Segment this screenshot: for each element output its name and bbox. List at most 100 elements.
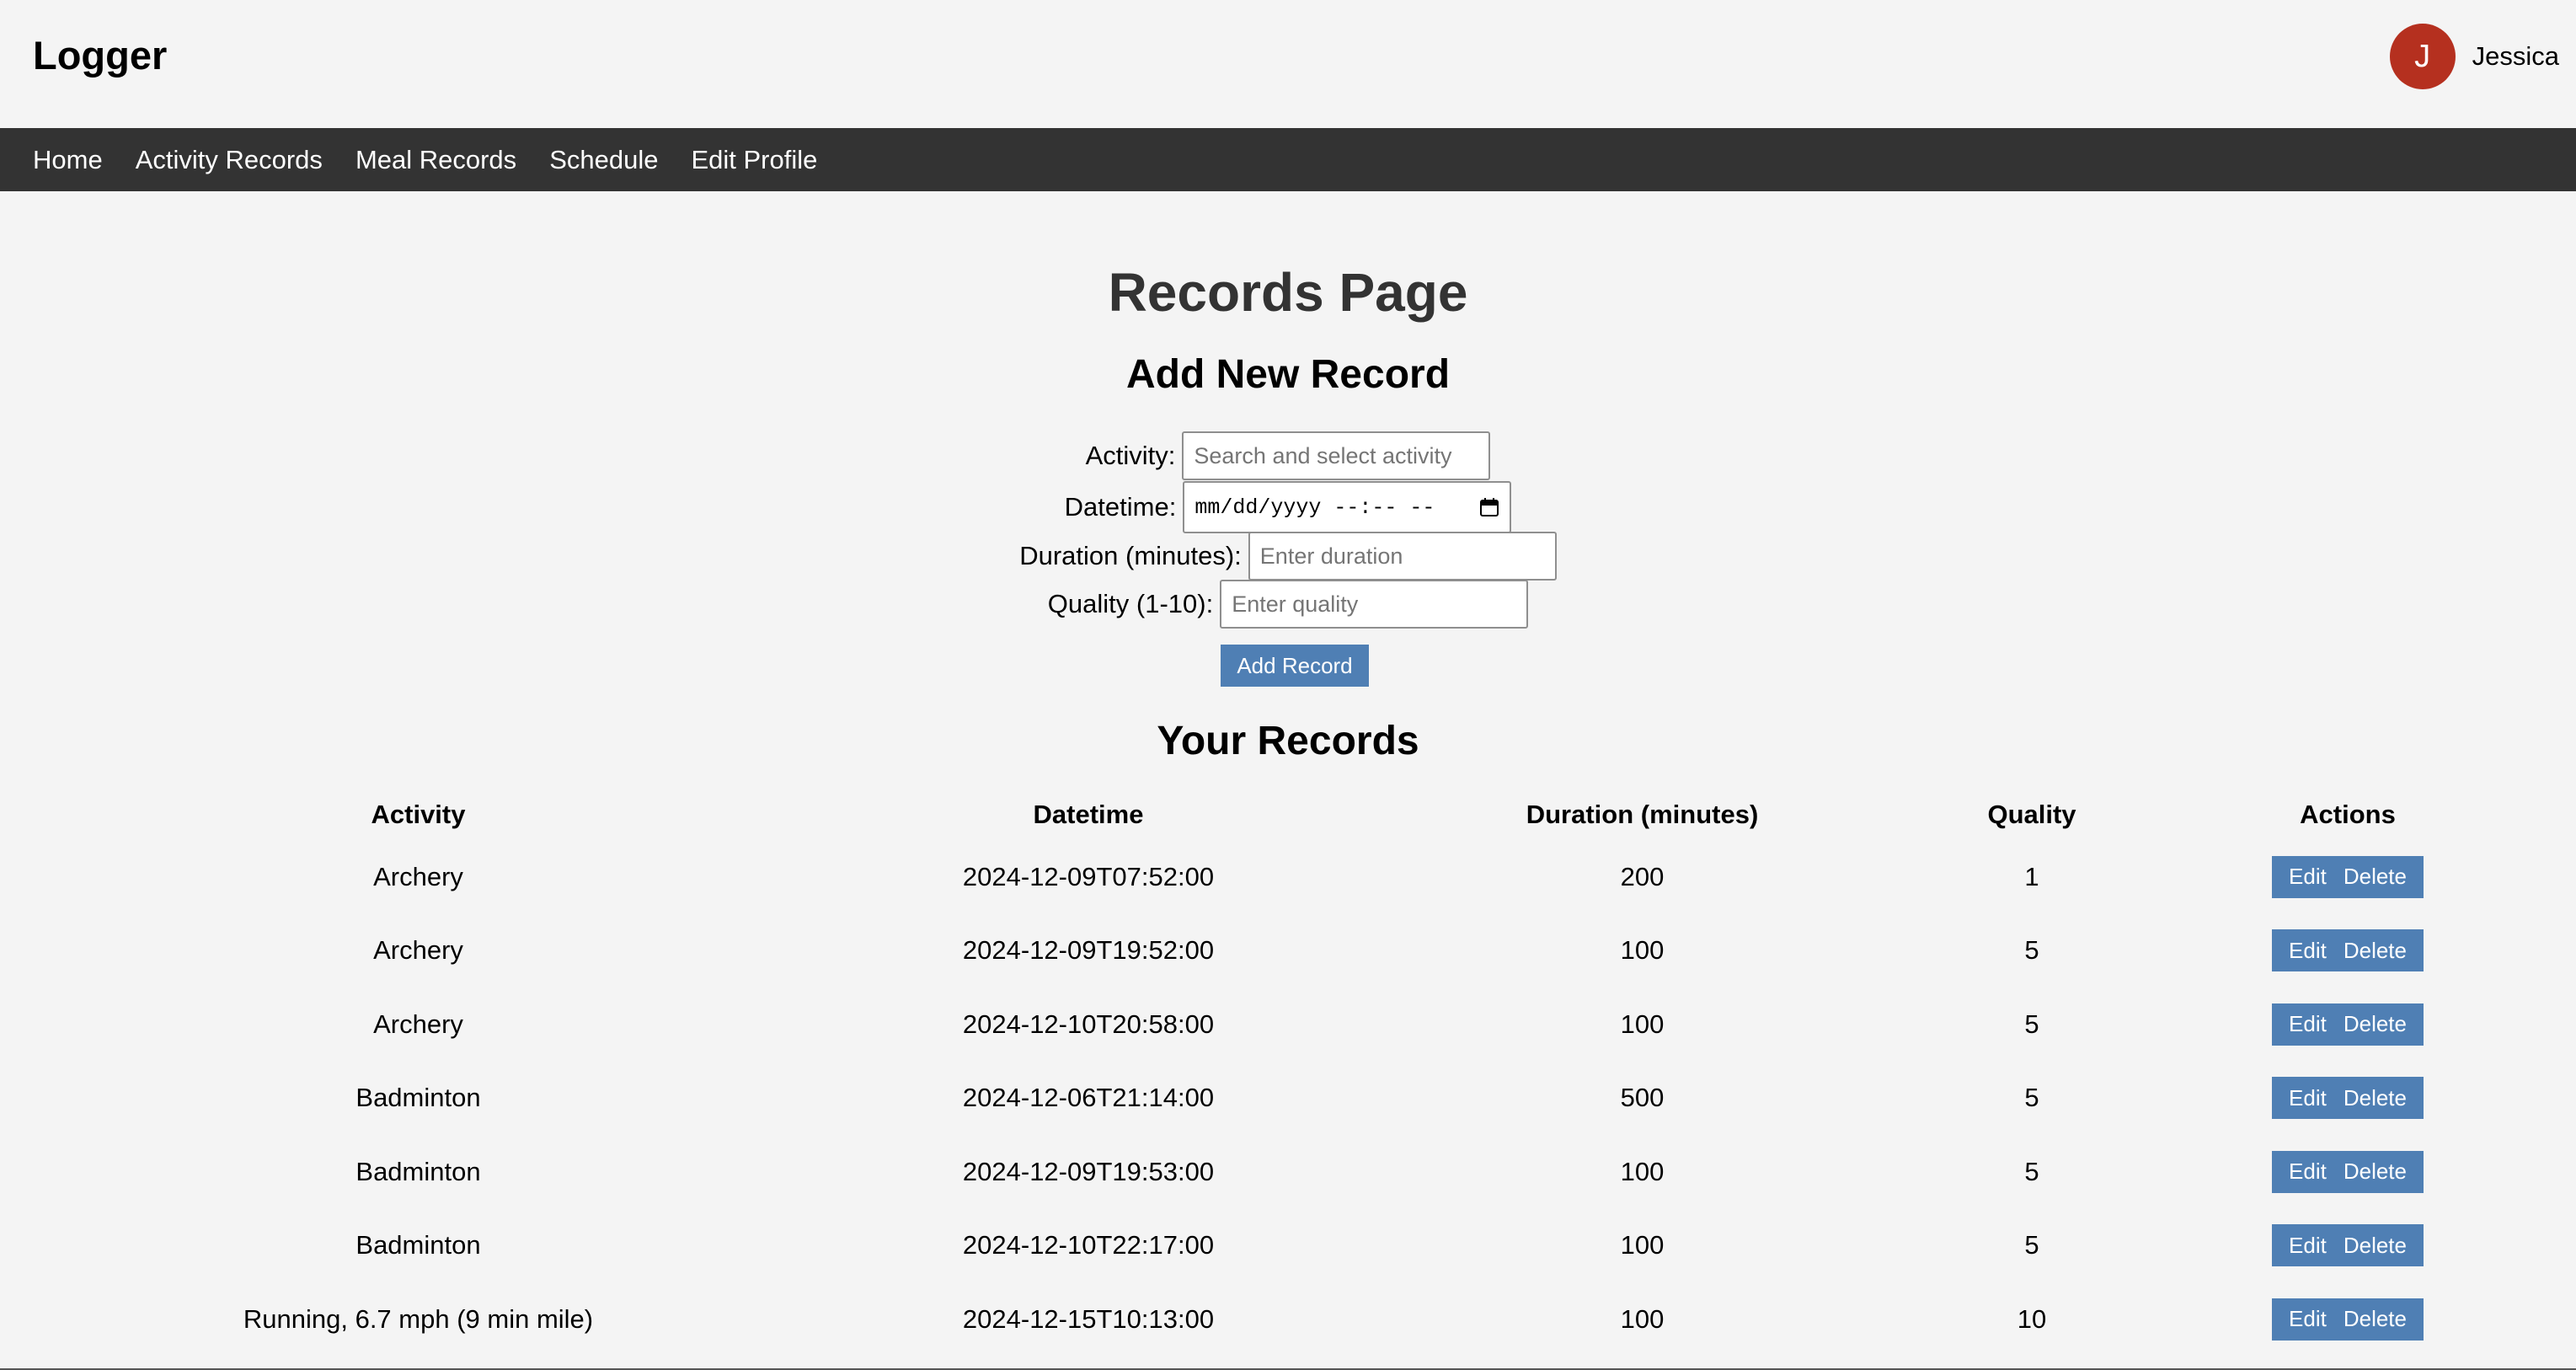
datetime-label: Datetime: — [1064, 492, 1177, 522]
cell-datetime: 2024-12-09T19:52:00 — [962, 935, 1215, 966]
user-menu[interactable]: J Jessica — [2389, 24, 2559, 89]
add-record-button[interactable]: Add Record — [1221, 645, 1369, 687]
page-title: Records Page — [1108, 262, 1468, 323]
nav-schedule[interactable]: Schedule — [549, 145, 658, 175]
table-header-row: Activity Datetime Duration (minutes) Qua… — [0, 789, 2576, 840]
cell-quality: 5 — [2024, 935, 2039, 966]
table-row: Badminton 2024-12-10T22:17:00 100 5 Edit Dele… — [0, 1209, 2576, 1283]
edit-button[interactable]: Edit — [2272, 929, 2335, 972]
records-body: Archery 2024-12-09T07:52:00 200 1 Edit Delete… — [0, 840, 2576, 1357]
edit-button[interactable]: Edit — [2272, 1003, 2335, 1046]
table-row: Archery 2024-12-10T20:58:00 100 5 Edit Delete — [0, 987, 2576, 1062]
cell-actions: Edit Delete — [2119, 840, 2576, 914]
duration-label: Duration (minutes): — [1019, 541, 1242, 570]
quality-input[interactable] — [1220, 580, 1529, 629]
avatar[interactable]: J — [2389, 24, 2456, 89]
row-actions: Edit Delete — [2272, 855, 2424, 898]
cell-actions: Edit Delete — [2119, 914, 2576, 988]
username[interactable]: Jessica — [2472, 41, 2559, 72]
cell-activity: Badminton — [355, 1156, 481, 1186]
cell-datetime: 2024-12-10T22:17:00 — [962, 1230, 1215, 1260]
row-actions: Edit Delete — [2272, 1224, 2424, 1267]
delete-button[interactable]: Delete — [2334, 1003, 2424, 1046]
delete-button[interactable]: Delete — [2334, 1150, 2424, 1193]
cell-activity: Running, 6.7 mph (9 min mile) — [243, 1303, 594, 1334]
cell-duration: 100 — [1620, 1009, 1665, 1039]
datetime-input[interactable]: mm/dd/yyyy --:-- -- — [1183, 481, 1512, 533]
quality-row: Quality (1-10): — [0, 580, 2576, 629]
row-actions: Edit Delete — [2272, 1298, 2424, 1341]
nav-meal-records[interactable]: Meal Records — [355, 145, 516, 175]
edit-button[interactable]: Edit — [2272, 1150, 2335, 1193]
nav-activity-records[interactable]: Activity Records — [136, 145, 323, 175]
row-actions: Edit Delete — [2272, 1003, 2424, 1046]
cell-datetime: 2024-12-09T07:52:00 — [962, 861, 1215, 891]
header-duration: Duration (minutes) — [1526, 800, 1759, 829]
cell-quality: 1 — [2024, 861, 2039, 891]
datetime-placeholder: mm/dd/yyyy --:-- -- — [1194, 495, 1435, 520]
activity-search-input[interactable] — [1182, 431, 1491, 480]
app-logo[interactable]: Logger — [33, 30, 167, 81]
cell-datetime: 2024-12-06T21:14:00 — [962, 1083, 1215, 1113]
cell-actions: Edit Delete — [2119, 1062, 2576, 1136]
edit-button[interactable]: Edit — [2272, 855, 2335, 898]
row-actions: Edit Delete — [2272, 1077, 2424, 1120]
cell-activity: Archery — [373, 1009, 463, 1039]
activity-row: Activity: — [0, 431, 2576, 480]
delete-button[interactable]: Delete — [2334, 855, 2424, 898]
cell-quality: 5 — [2024, 1230, 2039, 1260]
edit-button[interactable]: Edit — [2272, 1077, 2335, 1120]
header: Logger J Jessica — [0, 0, 2576, 128]
header-activity: Activity — [371, 800, 466, 829]
cell-actions: Edit Delete — [2119, 1209, 2576, 1283]
duration-input[interactable] — [1248, 532, 1557, 581]
delete-button[interactable]: Delete — [2334, 929, 2424, 972]
calendar-icon[interactable] — [1479, 497, 1499, 517]
row-actions: Edit Delete — [2272, 929, 2424, 972]
table-row: Badminton 2024-12-06T21:14:00 500 5 Edit Dele… — [0, 1062, 2576, 1136]
quality-label: Quality (1-10): — [1047, 589, 1214, 618]
header-datetime: Datetime — [1033, 800, 1144, 829]
delete-button[interactable]: Delete — [2334, 1298, 2424, 1341]
cell-actions: Edit Delete — [2119, 1135, 2576, 1209]
cell-duration: 500 — [1620, 1083, 1665, 1113]
cell-actions: Edit Delete — [2119, 987, 2576, 1062]
cell-quality: 5 — [2024, 1009, 2039, 1039]
edit-button[interactable]: Edit — [2272, 1224, 2335, 1267]
records-heading: Your Records — [1157, 719, 1419, 763]
header-quality: Quality — [1987, 800, 2076, 829]
cell-duration: 100 — [1620, 1156, 1665, 1186]
cell-quality: 10 — [2017, 1303, 2047, 1334]
add-record-heading: Add New Record — [1125, 352, 1451, 397]
table-row: Running, 6.7 mph (9 min mile) 2024-12-15T… — [0, 1282, 2576, 1357]
cell-activity: Badminton — [355, 1083, 481, 1113]
datetime-row: Datetime: mm/dd/yyyy --:-- -- — [0, 481, 2576, 533]
cell-datetime: 2024-12-10T20:58:00 — [962, 1009, 1215, 1039]
cell-activity: Badminton — [355, 1230, 481, 1260]
delete-button[interactable]: Delete — [2334, 1077, 2424, 1120]
cell-duration: 100 — [1620, 935, 1665, 966]
cell-duration: 200 — [1620, 861, 1665, 891]
nav-edit-profile[interactable]: Edit Profile — [691, 145, 817, 175]
cell-duration: 100 — [1620, 1230, 1665, 1260]
duration-row: Duration (minutes): — [0, 532, 2576, 581]
cell-actions: Edit Delete — [2119, 1282, 2576, 1357]
cell-datetime: 2024-12-09T19:53:00 — [962, 1156, 1215, 1186]
activity-label: Activity: — [1085, 441, 1176, 470]
edit-button[interactable]: Edit — [2272, 1298, 2335, 1341]
header-actions: Actions — [2300, 800, 2396, 829]
cell-quality: 5 — [2024, 1083, 2039, 1113]
table-row: Archery 2024-12-09T19:52:00 100 5 Edit Delete — [0, 914, 2576, 988]
nav-home[interactable]: Home — [33, 145, 103, 175]
cell-duration: 100 — [1620, 1303, 1665, 1334]
table-row: Archery 2024-12-09T07:52:00 200 1 Edit Delete — [0, 840, 2576, 914]
navbar: Home Activity Records Meal Records Sched… — [0, 128, 2576, 191]
table-row: Badminton 2024-12-09T19:53:00 100 5 Edit Dele… — [0, 1135, 2576, 1209]
records-table: Activity Datetime Duration (minutes) Qua… — [0, 789, 2576, 1357]
row-actions: Edit Delete — [2272, 1150, 2424, 1193]
delete-button[interactable]: Delete — [2334, 1224, 2424, 1267]
cell-activity: Archery — [373, 861, 463, 891]
cell-datetime: 2024-12-15T10:13:00 — [962, 1303, 1215, 1334]
cell-quality: 5 — [2024, 1156, 2039, 1186]
cell-activity: Archery — [373, 935, 463, 966]
